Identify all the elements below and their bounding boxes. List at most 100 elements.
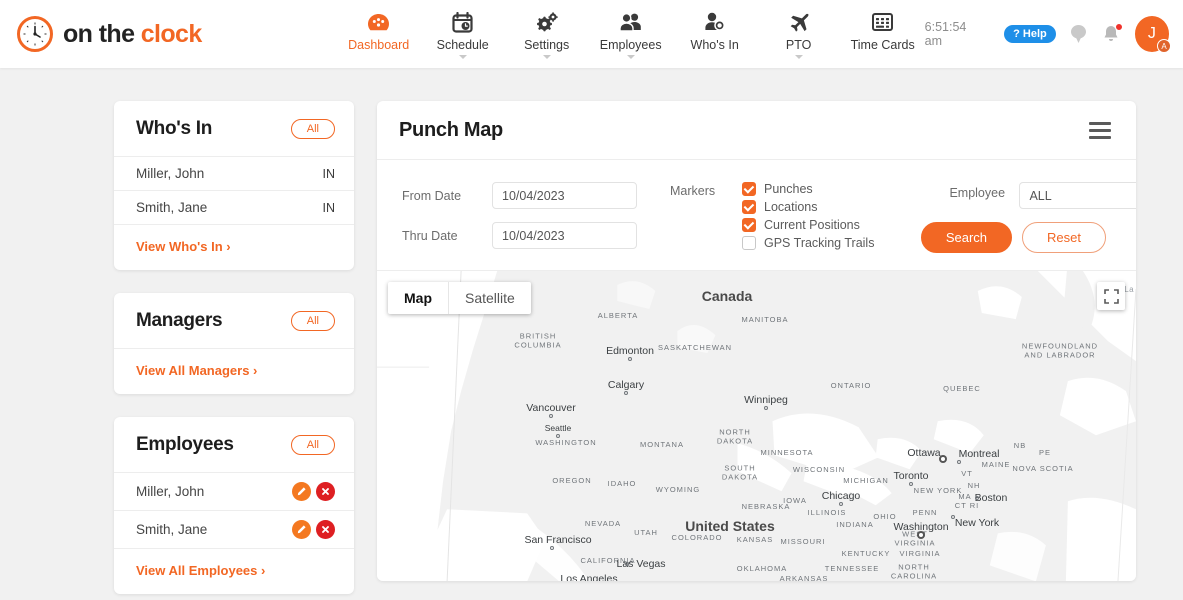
card-header: Who's In All (114, 101, 354, 156)
date-fields: From Date Thru Date (402, 182, 637, 250)
from-date-label: From Date (402, 188, 462, 203)
card-title: Managers (136, 310, 223, 331)
employee-label: Employee (949, 186, 1006, 200)
nav-label: Time Cards (850, 38, 915, 52)
avatar-initial: J (1147, 25, 1156, 42)
employee-name: Miller, John (136, 166, 205, 181)
checkbox-icon[interactable] (742, 218, 756, 232)
main-nav: Dashboard Schedule Settings Employees Wh… (337, 9, 925, 59)
nav-label: Employees (599, 38, 662, 52)
nav-label: Who's In (690, 38, 739, 52)
checkbox-label: Locations (764, 200, 818, 214)
list-item[interactable]: Miller, John IN (114, 156, 354, 190)
view-all-employees-link[interactable]: View All Employees › (136, 563, 265, 578)
nav-item-dashboard[interactable]: Dashboard (337, 9, 421, 59)
map-type-control[interactable]: Map Satellite (388, 282, 531, 314)
reset-button[interactable]: Reset (1022, 222, 1106, 253)
row-actions (292, 520, 335, 539)
nav-label: Settings (524, 38, 570, 52)
checkbox-icon[interactable] (742, 200, 756, 214)
people-icon (619, 11, 642, 33)
markers-group: Markers Punches Locations Current Positi… (670, 182, 874, 250)
table-row: Smith, Jane (114, 510, 354, 548)
thru-date-label: Thru Date (402, 228, 458, 243)
dashboard-icon (368, 11, 390, 33)
punch-map-panel: Punch Map From Date Thru Date (377, 101, 1136, 581)
edit-icon[interactable] (292, 520, 311, 539)
status-badge: IN (322, 200, 336, 215)
nav-item-settings[interactable]: Settings (505, 9, 589, 59)
person-clock-icon (704, 11, 726, 33)
markers-checkbox-list: Punches Locations Current Positions GPS … (742, 182, 874, 250)
avatar[interactable]: J A (1134, 16, 1171, 53)
checkbox-current-positions[interactable]: Current Positions (742, 218, 874, 232)
brand-logo[interactable]: on the clock (16, 15, 202, 53)
employee-select-value: ALL (1029, 188, 1052, 203)
help-button[interactable]: ? Help (1004, 25, 1056, 43)
map-city-marker (957, 460, 961, 464)
nav-item-schedule[interactable]: Schedule (421, 9, 505, 59)
notification-badge (1114, 23, 1123, 31)
chevron-down-icon (458, 55, 467, 59)
status-badge: IN (322, 166, 336, 181)
chat-balloon-icon[interactable] (1070, 24, 1087, 44)
map-city-marker (628, 357, 632, 361)
employee-name: Smith, Jane (136, 522, 208, 537)
map-type-map[interactable]: Map (388, 282, 448, 314)
card-footer: View Who's In › (114, 224, 354, 270)
gears-icon (536, 11, 558, 33)
map-city-marker (550, 546, 554, 550)
checkbox-gps-tracking-trails[interactable]: GPS Tracking Trails (742, 236, 874, 250)
card-footer: View All Managers › (114, 348, 354, 394)
checkbox-icon[interactable] (742, 236, 756, 250)
delete-icon[interactable] (316, 520, 335, 539)
map-edge-label: La (1124, 285, 1134, 294)
checkbox-label: Punches (764, 182, 813, 196)
from-date-input[interactable] (492, 182, 637, 209)
whos-in-all-pill[interactable]: All (290, 119, 335, 139)
nav-item-whos-in[interactable]: Who's In (673, 9, 757, 59)
card-whos-in: Who's In All Miller, John IN Smith, Jane… (114, 101, 354, 270)
calendar-icon (452, 11, 473, 33)
map-city-marker (975, 496, 979, 500)
hamburger-menu-icon[interactable] (1087, 120, 1113, 141)
view-all-managers-link[interactable]: View All Managers › (136, 363, 257, 378)
punch-map[interactable]: Map Satellite La Canada United States ALBE… (377, 271, 1136, 581)
grid-card-icon (872, 11, 894, 33)
managers-all-pill[interactable]: All (290, 311, 335, 331)
map-city-marker (625, 562, 629, 566)
list-item[interactable]: Smith, Jane IN (114, 190, 354, 224)
current-time: 6:51:54 am (924, 20, 967, 48)
map-city-marker (556, 434, 560, 438)
filter-bar: From Date Thru Date Markers Punches (377, 160, 1136, 271)
card-managers: Managers All View All Managers › (114, 293, 354, 394)
brand-on: on the (63, 19, 141, 48)
chevron-down-icon (626, 55, 635, 59)
employee-name: Miller, John (136, 484, 205, 499)
map-city-marker (764, 406, 768, 410)
thru-date-row: Thru Date (402, 222, 637, 249)
checkbox-icon[interactable] (742, 182, 756, 196)
employee-select[interactable]: ALL (1019, 182, 1136, 209)
table-row: Miller, John (114, 472, 354, 510)
nav-item-time-cards[interactable]: Time Cards (841, 9, 925, 59)
nav-item-employees[interactable]: Employees (589, 9, 673, 59)
checkbox-locations[interactable]: Locations (742, 200, 874, 214)
fullscreen-icon[interactable] (1097, 282, 1125, 310)
view-whos-in-link[interactable]: View Who's In › (136, 239, 231, 254)
plane-icon (788, 11, 810, 33)
nav-label: PTO (785, 38, 812, 52)
employees-all-pill[interactable]: All (290, 435, 335, 455)
map-type-satellite[interactable]: Satellite (448, 282, 531, 314)
edit-icon[interactable] (292, 482, 311, 501)
search-button[interactable]: Search (920, 222, 1013, 253)
card-employees: Employees All Miller, John Smith, Jane V… (114, 417, 354, 594)
card-footer: View All Employees › (114, 548, 354, 594)
sidebar: Who's In All Miller, John IN Smith, Jane… (114, 101, 354, 600)
checkbox-punches[interactable]: Punches (742, 182, 874, 196)
notifications-button[interactable] (1101, 23, 1123, 44)
chevron-down-icon (794, 55, 803, 59)
delete-icon[interactable] (316, 482, 335, 501)
nav-item-pto[interactable]: PTO (757, 9, 841, 59)
thru-date-input[interactable] (492, 222, 637, 249)
